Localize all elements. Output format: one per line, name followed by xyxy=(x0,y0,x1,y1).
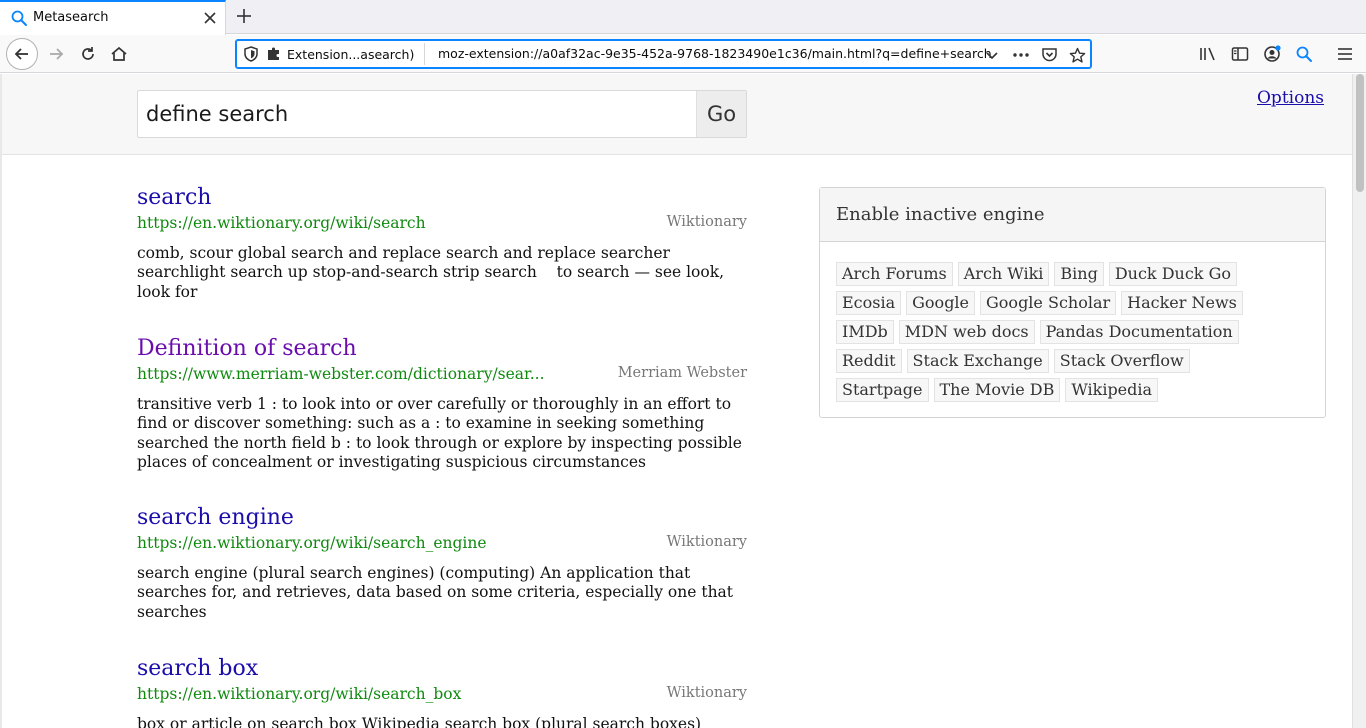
search-header: Go Options xyxy=(2,74,1352,155)
result-snippet: comb, scour global search and replace se… xyxy=(137,244,725,301)
reload-icon xyxy=(82,47,94,60)
chevron-down-icon xyxy=(986,52,998,60)
puzzle-piece-icon xyxy=(268,47,279,60)
more-dots-icon xyxy=(1013,53,1029,57)
engine-chip[interactable]: Ecosia xyxy=(836,291,902,315)
result-snippet: box or article on search box Wikipedia s… xyxy=(137,715,702,728)
result-source: Merriam Webster xyxy=(617,365,747,381)
engine-chip[interactable]: The Movie DB xyxy=(933,378,1061,402)
library-button[interactable] xyxy=(1196,42,1220,66)
result-meta: https://en.wiktionary.org/wiki/search_bo… xyxy=(137,685,747,707)
result-meta: https://en.wiktionary.org/wiki/search_en… xyxy=(137,534,747,556)
engine-chip[interactable]: Wikipedia xyxy=(1065,378,1159,402)
result-source: Wiktionary xyxy=(666,534,747,550)
reload-button[interactable] xyxy=(72,38,104,70)
metasearch-extension-button[interactable] xyxy=(1292,42,1316,66)
new-tab-icon[interactable] xyxy=(232,4,256,28)
account-button[interactable] xyxy=(1260,42,1284,66)
engine-chip[interactable]: IMDb xyxy=(836,320,894,344)
panel-title: Enable inactive engine xyxy=(820,188,1325,242)
engine-chip[interactable]: Stack Exchange xyxy=(906,349,1049,373)
star-icon xyxy=(1069,47,1085,63)
home-button[interactable] xyxy=(103,38,135,70)
scrollbar-thumb[interactable] xyxy=(1356,74,1364,192)
search-icon xyxy=(11,10,27,26)
inactive-engines-panel: Enable inactive engine Arch Forums Arch W… xyxy=(819,187,1326,418)
result-item: search engine https://en.wiktionary.org/… xyxy=(137,504,747,622)
sidebar-icon xyxy=(1231,47,1249,61)
search-input[interactable] xyxy=(138,91,696,137)
navigation-toolbar: Extension...asearch) moz-extension://a0a… xyxy=(0,35,1366,73)
extension-identity-box[interactable]: Extension...asearch) xyxy=(266,43,426,65)
result-title-link[interactable]: search xyxy=(137,184,747,212)
back-button[interactable] xyxy=(6,38,38,70)
sidebar-button[interactable] xyxy=(1228,42,1252,66)
engine-list: Arch Forums Arch Wiki Bing Duck Duck Go Ecos… xyxy=(820,242,1300,407)
engine-chip[interactable]: Arch Wiki xyxy=(957,262,1050,286)
search-icon xyxy=(1296,46,1312,62)
library-icon xyxy=(1200,47,1215,61)
tab-metasearch[interactable]: Metasearch xyxy=(0,0,226,35)
pocket-icon xyxy=(1041,48,1057,62)
engine-chip[interactable]: Pandas Documentation xyxy=(1039,320,1239,344)
extension-label: Extension...asearch) xyxy=(287,46,415,62)
result-title-link[interactable]: Definition of search xyxy=(137,335,747,363)
tab-bar: Metasearch xyxy=(0,0,1366,35)
options-link[interactable]: Options xyxy=(1257,88,1324,108)
pocket-button[interactable] xyxy=(1039,45,1059,65)
engine-chip[interactable]: Arch Forums xyxy=(836,262,953,286)
engine-chip[interactable]: Duck Duck Go xyxy=(1108,262,1237,286)
tab-title: Metasearch xyxy=(33,10,109,25)
page-actions-button[interactable] xyxy=(1011,45,1031,65)
result-url: https://www.merriam-webster.com/dictiona… xyxy=(137,365,545,383)
result-item: search box https://en.wiktionary.org/wik… xyxy=(137,655,747,728)
page-content: Go Options search https://en.wiktionary.… xyxy=(0,74,1352,728)
search-form: Go xyxy=(137,90,747,138)
shield-icon[interactable] xyxy=(242,45,260,63)
engine-chip[interactable]: Google Scholar xyxy=(980,291,1117,315)
home-icon xyxy=(111,46,127,61)
result-meta: https://en.wiktionary.org/wiki/search Wi… xyxy=(137,214,747,236)
engine-chip[interactable]: Startpage xyxy=(836,378,929,402)
engine-chip[interactable]: Google xyxy=(906,291,976,315)
forward-arrow-icon xyxy=(50,48,64,60)
result-url: https://en.wiktionary.org/wiki/search_en… xyxy=(137,534,487,552)
result-item: Definition of search https://www.merriam… xyxy=(137,335,747,473)
result-source: Wiktionary xyxy=(666,685,747,701)
engine-chip[interactable]: Stack Overflow xyxy=(1053,349,1190,373)
dropdown-button[interactable] xyxy=(982,45,1002,65)
menu-button[interactable] xyxy=(1333,42,1357,66)
address-bar[interactable]: Extension...asearch) moz-extension://a0a… xyxy=(235,39,1092,69)
engine-chip[interactable]: Bing xyxy=(1054,262,1104,286)
hamburger-menu-icon xyxy=(1338,48,1352,60)
result-title-link[interactable]: search engine xyxy=(137,504,747,532)
engine-chip[interactable]: MDN web docs xyxy=(898,320,1035,344)
account-icon xyxy=(1264,45,1281,62)
result-url: https://en.wiktionary.org/wiki/search_bo… xyxy=(137,685,462,703)
result-url: https://en.wiktionary.org/wiki/search xyxy=(137,214,426,232)
result-item: search https://en.wiktionary.org/wiki/se… xyxy=(137,184,747,302)
go-button[interactable]: Go xyxy=(696,91,746,137)
bookmark-button[interactable] xyxy=(1067,45,1087,65)
result-meta: https://www.merriam-webster.com/dictiona… xyxy=(137,365,747,387)
engine-chip[interactable]: Hacker News xyxy=(1121,291,1243,315)
back-arrow-icon xyxy=(14,48,28,60)
forward-button[interactable] xyxy=(40,38,72,70)
url-text[interactable]: moz-extension://a0af32ac-9e35-452a-9768-… xyxy=(438,46,992,61)
engine-chip[interactable]: Reddit xyxy=(836,349,902,373)
close-icon[interactable] xyxy=(200,8,220,28)
result-source: Wiktionary xyxy=(666,214,747,230)
result-snippet: transitive verb 1 : to look into or over… xyxy=(137,395,742,472)
result-title-link[interactable]: search box xyxy=(137,655,747,683)
result-snippet: search engine (plural search engines) (c… xyxy=(137,564,734,621)
vertical-scrollbar[interactable] xyxy=(1352,74,1366,728)
